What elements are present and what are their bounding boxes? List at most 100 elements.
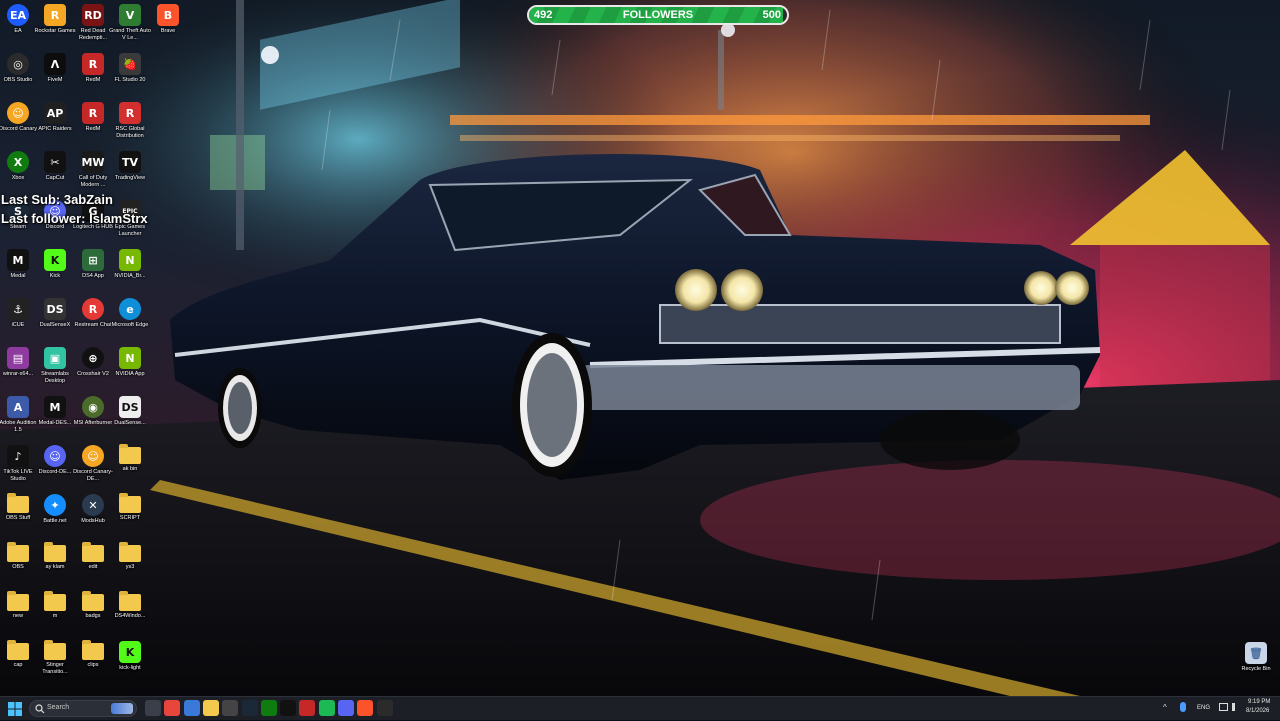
desktop-shortcut[interactable]: RD Red Dead Redempti... (75, 2, 111, 46)
desktop-shortcut[interactable]: badgs (75, 590, 111, 634)
wallpaper-car-image (0, 0, 1280, 696)
streamlabs-icon: ▣ (44, 347, 66, 369)
desktop-shortcut[interactable]: R Restream Chat (75, 296, 112, 340)
network-icon[interactable] (1219, 703, 1228, 711)
desktop-shortcut[interactable]: new (0, 590, 36, 634)
desktop-shortcut-label: Brave (160, 28, 176, 34)
desktop-shortcut[interactable]: ✂ CapCut (37, 149, 73, 193)
taskbar-chrome-icon[interactable] (164, 700, 181, 716)
desktop-shortcut[interactable]: ◎ OBS Studio (0, 51, 36, 95)
taskbar-discord-icon[interactable] (338, 700, 354, 716)
desktop-shortcut[interactable]: ☺ Discord-DE... (37, 443, 73, 487)
desktop-shortcut[interactable]: ⊞ DS4 App (75, 247, 111, 291)
taskbar-search-box[interactable]: Search (29, 700, 137, 717)
desktop-shortcut[interactable]: ⚓ iCUE (0, 296, 36, 340)
desktop-shortcut[interactable]: ◉ MSI Afterburner (74, 394, 112, 438)
desktop-shortcut[interactable]: ay klam (37, 541, 73, 585)
folder-icon (44, 542, 66, 562)
taskbar-obs-icon[interactable] (376, 700, 393, 716)
clock-time[interactable]: 9:19 PM (1248, 699, 1270, 705)
folder-icon (119, 493, 141, 513)
desktop-shortcut[interactable]: ⊕ Crosshair V2 (75, 345, 111, 389)
kick-light-icon: K (119, 641, 141, 663)
redm-icon-2: R (82, 102, 104, 124)
taskbar-spotify-icon[interactable] (318, 700, 335, 716)
desktop-shortcut[interactable]: V Grand Theft Auto V Le... (109, 2, 151, 46)
recycle-bin-icon: 🗑 (1245, 642, 1267, 664)
folder-icon (44, 640, 66, 660)
desktop-shortcut[interactable]: OBS (0, 541, 36, 585)
last-sub-text: Last Sub: 3abZain (1, 192, 113, 207)
desktop-shortcut[interactable]: EA EA (0, 2, 36, 46)
desktop-shortcut-label: DS4Windo... (114, 613, 146, 619)
desktop-shortcut[interactable]: ☺ Discord Canary (0, 100, 37, 144)
folder-icon (44, 591, 66, 611)
taskbar-store-icon[interactable] (183, 700, 200, 716)
last-follower-text: Last follower: IslamStrx (1, 211, 148, 226)
desktop-shortcut[interactable]: A Adobe Audition 1.5 (0, 394, 37, 438)
capcut-icon: ✂ (44, 151, 66, 173)
taskbar-steam-icon[interactable] (241, 700, 258, 716)
desktop-shortcut[interactable]: ♪ TikTok LIVE Studio (0, 443, 36, 487)
clock-date[interactable]: 8/1/2026 (1246, 708, 1269, 714)
desktop-shortcut[interactable]: K Kick (37, 247, 73, 291)
microphone-icon[interactable] (1180, 702, 1186, 712)
desktop-shortcut[interactable]: e Microsoft Edge (112, 296, 148, 340)
taskbar-xbox-icon[interactable] (260, 700, 277, 716)
desktop-shortcut[interactable]: ☺ Discord Canary-DE... (73, 443, 113, 487)
desktop-shortcut[interactable]: DS DualSenseX (37, 296, 73, 340)
desktop-shortcut[interactable]: Λ FiveM (37, 51, 73, 95)
desktop-shortcut[interactable]: R RSC Global Distribution (112, 100, 148, 144)
start-button[interactable] (8, 702, 22, 716)
desktop-shortcut[interactable]: X Xbox (0, 149, 36, 193)
taskbar-redm-icon[interactable] (299, 700, 316, 716)
desktop-shortcut[interactable]: DS DualSense... (112, 394, 148, 438)
desktop-shortcut[interactable]: R Rockstar Games (35, 2, 75, 46)
taskbar-obs-icon[interactable] (222, 700, 239, 716)
recycle-bin[interactable]: 🗑 Recycle Bin (1238, 640, 1274, 684)
taskbar-task-view-icon[interactable] (145, 700, 161, 716)
volume-icon[interactable] (1232, 703, 1240, 711)
windows-logo-icon (8, 702, 22, 716)
desktop-shortcut[interactable]: M Medal (0, 247, 36, 291)
folder-icon (7, 640, 29, 660)
desktop-shortcut[interactable]: Kkick-light (112, 639, 148, 683)
desktop-shortcut[interactable]: R RedM (75, 51, 111, 95)
desktop-shortcut-label: NVIDIA_Br... (114, 273, 146, 279)
desktop-shortcut-label: RSC Global Distribution (115, 126, 145, 139)
desktop-shortcut[interactable]: R RedM (75, 100, 111, 144)
kick-icon: K (44, 249, 66, 271)
desktop-shortcut[interactable]: TV TradingView (112, 149, 148, 193)
desktop-shortcut[interactable]: 🍓 FL Studio 20 (112, 51, 148, 95)
desktop-shortcut[interactable]: Stinger Transitio... (37, 639, 73, 683)
taskbar-fivem-icon[interactable] (280, 700, 297, 716)
desktop-shortcut[interactable]: N NVIDIA_Br... (112, 247, 148, 291)
desktop-shortcut[interactable]: ▣ Streamlabs Desktop (37, 345, 73, 389)
desktop-shortcut[interactable]: OBS Stuff (0, 492, 36, 536)
tray-overflow-chevron-icon[interactable]: ^ (1163, 703, 1171, 712)
recycle-bin-label: Recycle Bin (1241, 666, 1271, 672)
desktop-shortcut[interactable]: AP APIC Raiders (37, 100, 73, 144)
desktop-shortcut[interactable]: ✦ Battle.net (37, 492, 73, 536)
desktop-shortcut[interactable]: cap (0, 639, 36, 683)
desktop-shortcut[interactable]: MW Call of Duty Modern ... (75, 149, 111, 193)
desktop-shortcut[interactable]: ▤ winrar-x64... (0, 345, 36, 389)
tradingview-icon: TV (119, 151, 141, 173)
desktop-shortcut[interactable]: SCRIPT (112, 492, 148, 536)
language-indicator[interactable]: ENG (1197, 705, 1210, 711)
desktop-shortcut[interactable]: M Medal-DES... (37, 394, 73, 438)
desktop-shortcut[interactable]: ak bin (112, 443, 148, 487)
desktop-shortcut-label: DualSense... (114, 420, 146, 426)
desktop-shortcut[interactable]: edit (75, 541, 111, 585)
taskbar-brave-icon[interactable] (357, 700, 374, 716)
taskbar: Search ^ ENG 9:19 PM 8/1/2026 (0, 696, 1280, 720)
folder-icon (82, 640, 104, 660)
desktop-shortcut[interactable]: N NVIDIA App (112, 345, 148, 389)
desktop-shortcut[interactable]: DS4Windo... (112, 590, 148, 634)
desktop-shortcut[interactable]: B Brave (150, 2, 186, 46)
taskbar-file-explorer-icon[interactable] (202, 700, 219, 716)
desktop-shortcut[interactable]: m (37, 590, 73, 634)
desktop-shortcut[interactable]: ✕ ModsHub (75, 492, 111, 536)
desktop-shortcut[interactable]: ys3 (112, 541, 148, 585)
desktop-shortcut[interactable]: clips (75, 639, 111, 683)
